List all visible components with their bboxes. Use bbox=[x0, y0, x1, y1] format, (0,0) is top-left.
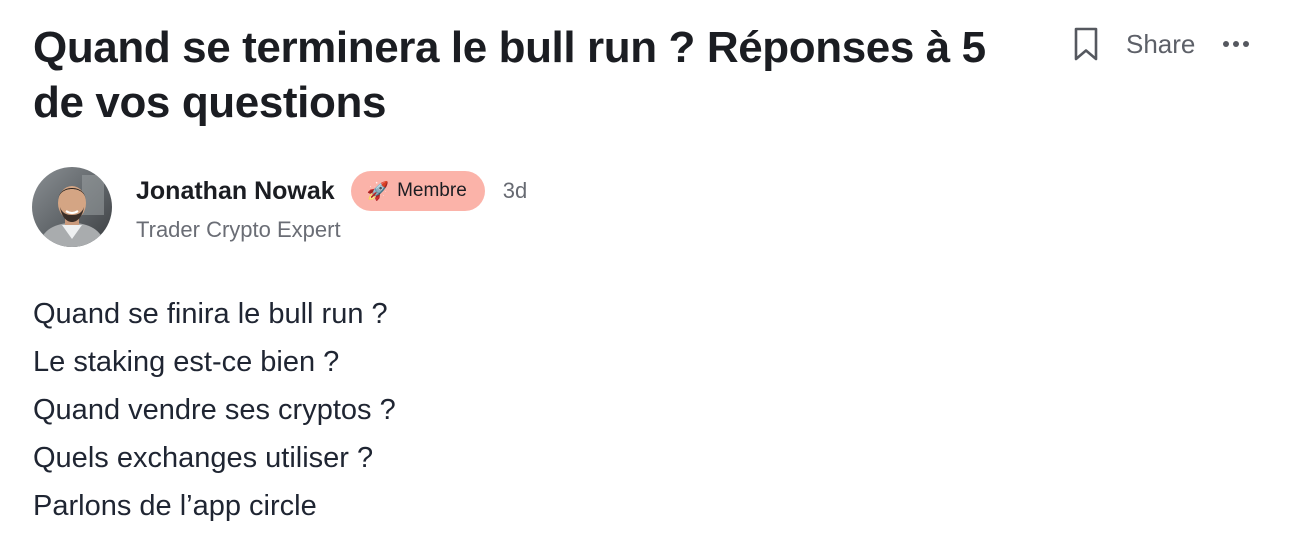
body-line: Quand vendre ses cryptos ? bbox=[33, 394, 396, 426]
post-actions: Share bbox=[1068, 24, 1251, 64]
member-badge: 🚀 Membre bbox=[350, 171, 485, 211]
post-timestamp: 3d bbox=[502, 178, 528, 203]
more-horizontal-icon bbox=[1223, 41, 1250, 47]
post-body: Quand se finira le bull run ? Le staking… bbox=[33, 290, 396, 530]
body-line: Le staking est-ce bien ? bbox=[33, 346, 340, 378]
post-card: Quand se terminera le bull run ? Réponse… bbox=[0, 0, 1300, 554]
body-line: Parlons de l’app circle bbox=[33, 490, 317, 522]
more-options-button[interactable] bbox=[1221, 24, 1251, 64]
avatar[interactable] bbox=[32, 167, 112, 247]
author-name[interactable]: Jonathan Nowak bbox=[136, 177, 335, 206]
share-button[interactable]: Share bbox=[1126, 29, 1195, 60]
author-block: Jonathan Nowak 🚀 Membre 3d Trader Crypto… bbox=[32, 167, 527, 247]
author-info: Jonathan Nowak 🚀 Membre 3d Trader Crypto… bbox=[136, 171, 527, 243]
body-line: Quand se finira le bull run ? bbox=[33, 298, 388, 330]
bookmark-icon bbox=[1074, 27, 1098, 61]
bookmark-button[interactable] bbox=[1068, 24, 1104, 64]
author-header-row: Jonathan Nowak 🚀 Membre 3d bbox=[136, 171, 527, 211]
rocket-icon: 🚀 bbox=[366, 180, 390, 202]
author-role: Trader Crypto Expert bbox=[136, 217, 341, 242]
post-title: Quand se terminera le bull run ? Réponse… bbox=[33, 23, 986, 127]
author-photo bbox=[32, 167, 112, 247]
badge-label: Membre bbox=[397, 180, 467, 201]
body-line: Quels exchanges utiliser ? bbox=[33, 442, 374, 474]
